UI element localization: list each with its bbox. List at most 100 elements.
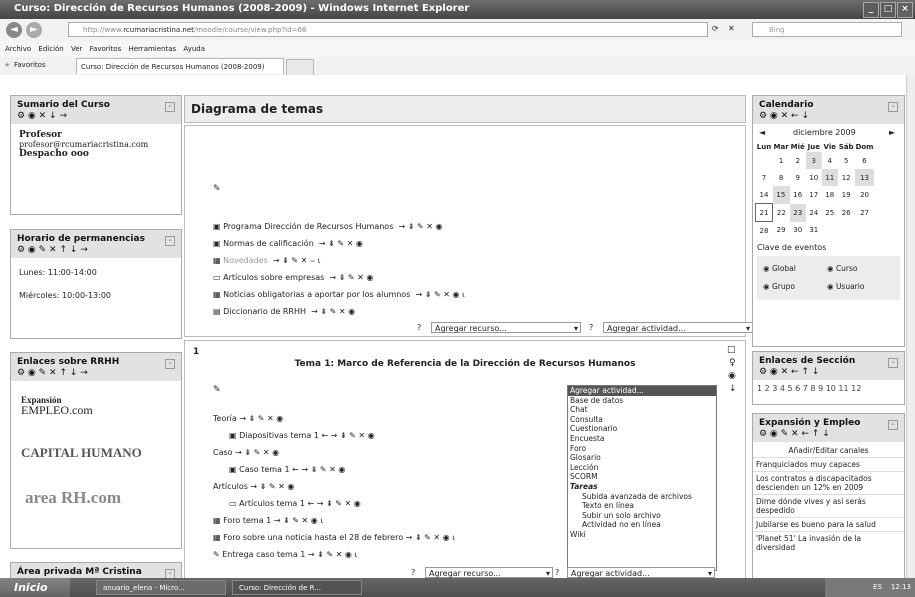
start-button[interactable]: Inicio — [0, 578, 70, 597]
logo-area-rh[interactable]: area RH.com — [25, 488, 121, 508]
list-item[interactable]: ✎ Entrega caso tema 1 → ⇟ ✎ ✕ ◉ ⍳ — [213, 550, 357, 559]
event-user[interactable]: ◉ Usuario — [827, 282, 864, 291]
list-item[interactable]: ▦ Foro sobre una noticia hasta el 28 de … — [213, 533, 455, 542]
item-edit-icons[interactable]: → ⇟ ✎ ✕ ◉ — [311, 307, 355, 316]
edit-icons[interactable]: ⚙ ◉ ✎ ✕ ↑ ↓ → — [17, 245, 175, 255]
prev-month-icon[interactable]: ◄ — [759, 128, 765, 137]
list-item[interactable]: ▣ Caso tema 1 ← → ⇟ ✎ ✕ ◉ — [229, 465, 345, 474]
list-item[interactable]: ▣ Diapositivas tema 1 ← → ⇟ ✎ ✕ ◉ — [229, 431, 375, 440]
feed-item[interactable]: Dime dónde vives y así serás despedido — [753, 494, 904, 517]
edit-icons[interactable]: ⚙ ◉ ✕ ↓ → — [17, 111, 175, 121]
event-group[interactable]: ◉ Grupo — [763, 282, 795, 291]
section-links[interactable]: 1 2 3 4 5 6 7 8 9 10 11 12 — [753, 380, 904, 397]
url-input[interactable]: http://www.rcumariacristina.net/moodle/c… — [68, 22, 708, 37]
menu-herramientas[interactable]: Herramientas — [128, 45, 176, 53]
menu-favoritos[interactable]: Favoritos — [90, 45, 122, 53]
list-item[interactable]: Caso → ⇟ ✎ ✕ ◉ — [213, 448, 279, 457]
event-global[interactable]: ◉ Global — [763, 264, 796, 273]
edit-icons[interactable]: ⚙ ◉ ✕ ← ↓ — [759, 111, 898, 121]
collapse-icon[interactable]: – — [888, 102, 898, 112]
dropdown-option[interactable]: Lección — [568, 463, 716, 473]
list-item[interactable]: ▦ Novedades → ⇟ ✎ ✕ ⌣ ⍳ — [213, 256, 320, 266]
add-activity-select[interactable]: Agregar actividad... ▾ — [603, 322, 753, 333]
add-activity-select[interactable]: Agregar actividad... ▾ — [567, 567, 715, 578]
move-down-icon[interactable]: ↓ — [729, 384, 737, 394]
list-item[interactable]: ▦ Foro tema 1 → ⇟ ✎ ✕ ◉ ⍳ — [213, 516, 323, 525]
new-tab-button[interactable] — [286, 59, 314, 76]
taskbar-item-ie[interactable]: Curso: Dirección de R... — [232, 580, 362, 595]
next-month-icon[interactable]: ► — [889, 128, 895, 137]
menu-edicion[interactable]: Edición — [38, 45, 63, 53]
clock[interactable]: 12:13 — [891, 583, 911, 591]
help-icon[interactable]: ? — [589, 323, 593, 332]
add-resource-select[interactable]: Agregar recurso... ▾ — [431, 322, 581, 333]
edit-icons[interactable]: ⚙ ◉ ✎ ✕ ← ↑ ↓ — [759, 429, 898, 439]
language-indicator[interactable]: ES — [873, 583, 882, 591]
page-scrollbar[interactable] — [906, 75, 915, 578]
activity-dropdown-list[interactable]: Agregar actividad... Base de datos Chat … — [567, 385, 717, 571]
tab-course[interactable]: Curso: Dirección de Recursos Humanos (20… — [76, 58, 284, 74]
menu-archivo[interactable]: Archivo — [5, 45, 31, 53]
item-edit-icons[interactable]: → ⇟ ✎ ✕ ◉ — [250, 482, 294, 491]
dropdown-option[interactable]: Agregar actividad... — [568, 386, 716, 396]
item-edit-icons[interactable]: ← → ⇟ ✎ ✕ ◉ — [307, 499, 360, 508]
menu-ver[interactable]: Ver — [71, 45, 82, 53]
item-edit-icons[interactable]: → ⇟ ✎ ✕ ◉ — [239, 414, 283, 423]
dropdown-option[interactable]: Subir un solo archivo — [568, 511, 716, 521]
dropdown-option[interactable]: Cuestionario — [568, 424, 716, 434]
item-edit-icons[interactable]: → ⇟ ✎ ✕ ◉ — [319, 239, 363, 248]
dropdown-option[interactable]: SCORM — [568, 472, 716, 482]
dropdown-option[interactable]: Base de datos — [568, 396, 716, 406]
logo-capital-humano[interactable]: CAPITAL HUMANO — [21, 445, 142, 461]
menu-ayuda[interactable]: Ayuda — [183, 45, 205, 53]
eye-icon[interactable]: ◉ — [728, 371, 736, 381]
maximize-button[interactable]: □ — [880, 2, 896, 18]
favorites-button[interactable]: Favoritos — [14, 61, 46, 69]
item-edit-icons[interactable]: → ⇟ ✎ ✕ ◉ — [235, 448, 279, 457]
edit-summary-icon[interactable]: ✎ — [213, 385, 221, 395]
edit-channels-link[interactable]: Añadir/Editar canales — [753, 442, 904, 457]
dropdown-option[interactable]: Glosario — [568, 453, 716, 463]
collapse-icon[interactable]: – — [165, 569, 175, 578]
dropdown-option[interactable]: Wiki — [568, 530, 716, 540]
item-edit-icons[interactable]: → ⇟ ✎ ✕ ⌣ ⍳ — [273, 256, 321, 265]
list-item[interactable]: ▭ Artículos tema 1 ← → ⇟ ✎ ✕ ◉ — [229, 499, 361, 508]
forward-icon[interactable]: ► — [26, 22, 42, 38]
dropdown-option[interactable]: Actividad no en línea — [568, 520, 716, 530]
item-edit-icons[interactable]: → ⇟ ✎ ✕ ◉ — [398, 222, 442, 231]
item-edit-icons[interactable]: ← → ⇟ ✎ ✕ ◉ — [292, 465, 345, 474]
dropdown-option[interactable]: Foro — [568, 444, 716, 454]
collapse-icon[interactable]: – — [888, 358, 898, 368]
list-item[interactable]: ▣ Programa Dirección de Recursos Humanos… — [213, 222, 442, 231]
feed-item[interactable]: Los contratos a discapacitados desciende… — [753, 471, 904, 494]
list-item[interactable]: ▣ Normas de calificación → ⇟ ✎ ✕ ◉ — [213, 239, 363, 248]
list-item[interactable]: ▭ Artículos sobre empresas → ⇟ ✎ ✕ ◉ — [213, 273, 373, 282]
list-item[interactable]: Teoría → ⇟ ✎ ✕ ◉ — [213, 414, 283, 423]
close-button[interactable]: × — [897, 2, 913, 18]
feed-item[interactable]: 'Planet 51' La invasión de la diversidad — [753, 531, 904, 554]
dropdown-option[interactable]: Subida avanzada de archivos — [568, 492, 716, 502]
collapse-icon[interactable]: – — [165, 236, 175, 246]
calendar-month[interactable]: diciembre 2009 — [793, 128, 856, 137]
item-edit-icons[interactable]: → ⇟ ✎ ✕ ◉ — [329, 273, 373, 282]
stop-icon[interactable]: ✕ — [728, 24, 735, 33]
item-edit-icons[interactable]: → ⇟ ✎ ✕ ◉ ⍳ — [415, 290, 464, 299]
event-course[interactable]: ◉ Curso — [827, 264, 858, 273]
collapse-icon[interactable]: – — [888, 420, 898, 430]
collapse-icon[interactable]: – — [165, 102, 175, 112]
highlight-icon[interactable]: □ — [727, 345, 736, 355]
item-edit-icons[interactable]: ← → ⇟ ✎ ✕ ◉ — [321, 431, 374, 440]
dropdown-option[interactable]: Consulta — [568, 415, 716, 425]
edit-icons[interactable]: ⚙ ◉ ✕ ← ↑ ↓ — [759, 367, 898, 377]
add-resource-select[interactable]: Agregar recurso... ▾ — [425, 567, 553, 578]
list-item[interactable]: ▤ Diccionario de RRHH → ⇟ ✎ ✕ ◉ — [213, 307, 355, 316]
feed-item[interactable]: Franquiciados muy capaces — [753, 457, 904, 471]
minimize-button[interactable]: _ — [863, 2, 879, 18]
list-item[interactable]: Artículos → ⇟ ✎ ✕ ◉ — [213, 482, 294, 491]
search-input[interactable]: Bing — [752, 22, 902, 37]
item-edit-icons[interactable]: → ⇟ ✎ ✕ ◉ ⍳ — [308, 550, 357, 559]
dropdown-option[interactable]: Chat — [568, 405, 716, 415]
feed-item[interactable]: Jubilarse es bueno para la salud — [753, 517, 904, 531]
lightbulb-icon[interactable]: ♀ — [729, 358, 736, 368]
refresh-icon[interactable]: ⟳ — [712, 24, 719, 33]
